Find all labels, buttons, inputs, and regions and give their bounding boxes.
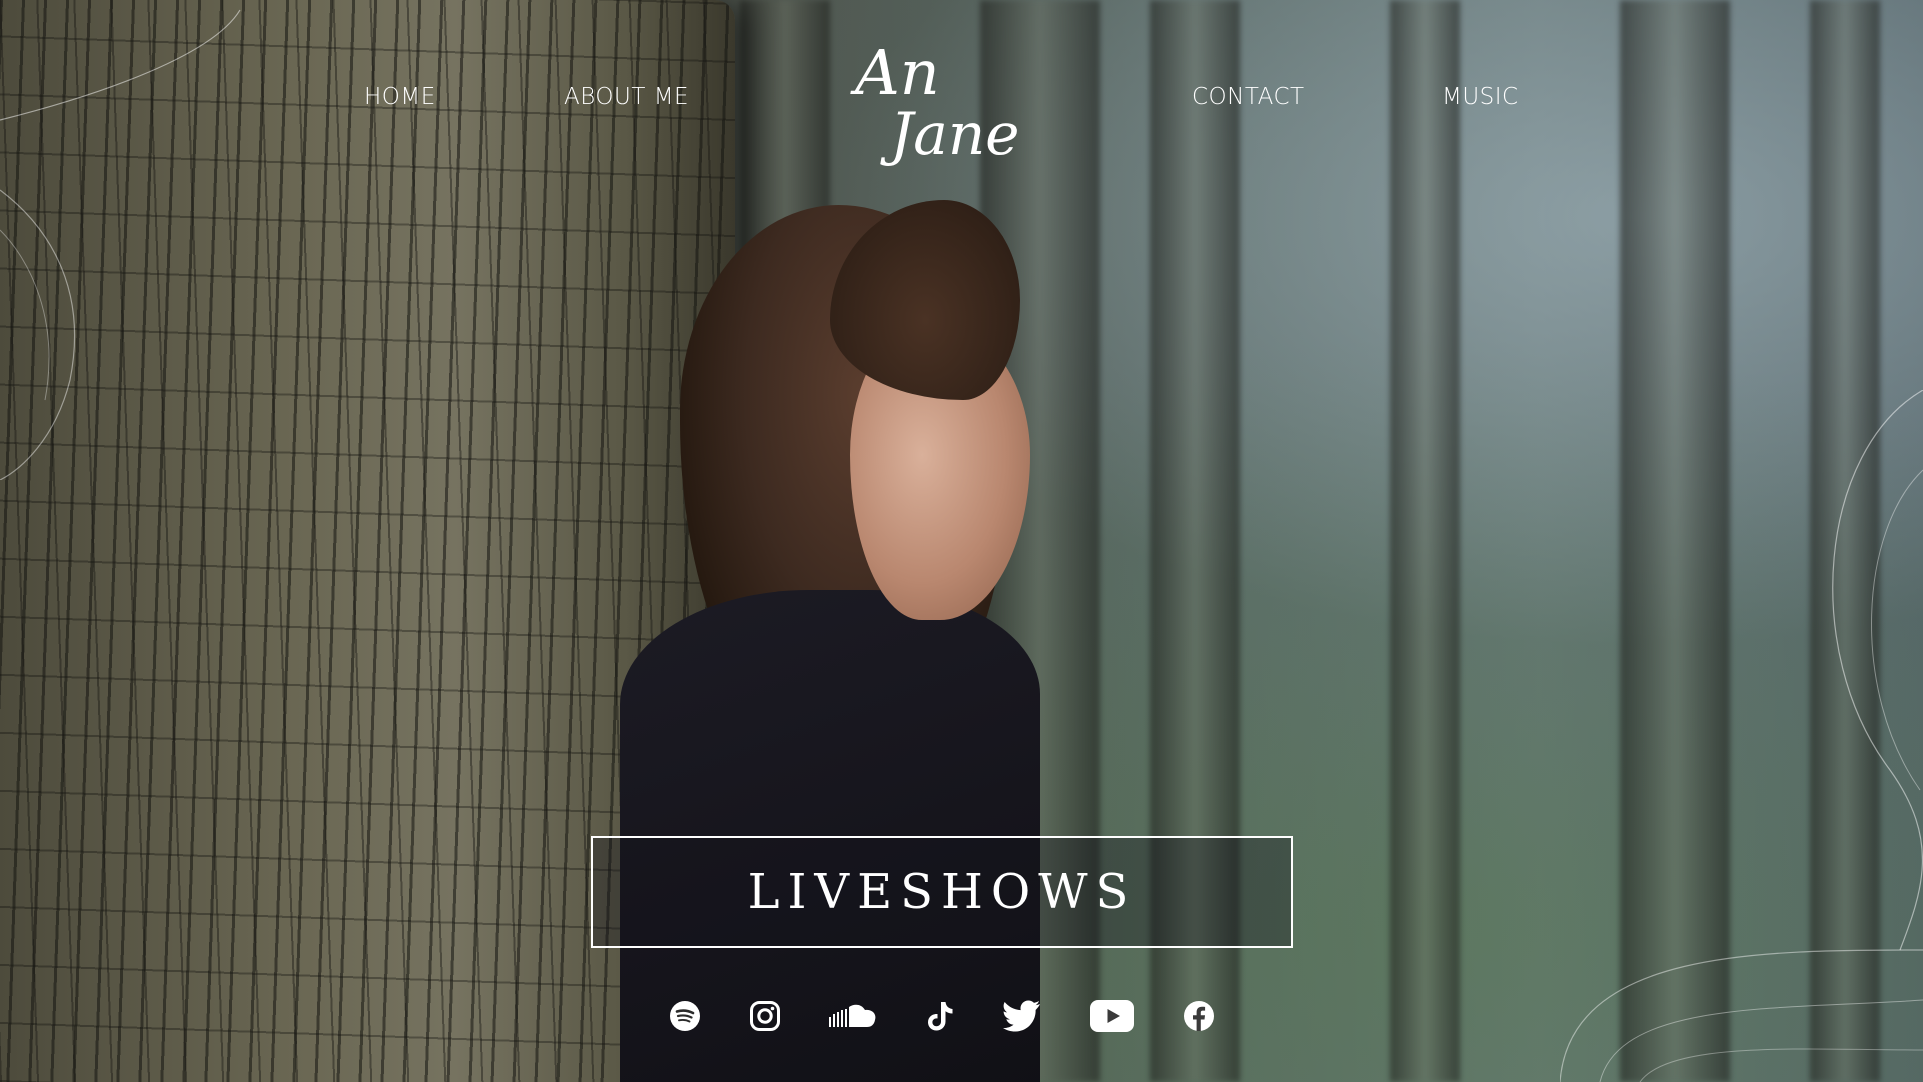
nav-about-me[interactable]: ABOUT ME (564, 84, 689, 110)
background-tree (1620, 0, 1730, 1082)
tiktok-icon[interactable] (924, 995, 956, 1037)
youtube-icon[interactable] (1090, 995, 1134, 1037)
spotify-icon[interactable] (668, 995, 702, 1037)
background-tree (1390, 0, 1460, 1082)
background-tree (1810, 0, 1880, 1082)
nav-contact[interactable]: CONTACT (1192, 84, 1305, 110)
twitter-icon[interactable] (1002, 995, 1042, 1037)
logo-line1: An (850, 36, 940, 109)
nav-home[interactable]: HOME (364, 84, 436, 110)
liveshows-button[interactable]: LIVESHOWS (591, 836, 1293, 948)
liveshows-label: LIVESHOWS (747, 864, 1137, 920)
nav-music[interactable]: MUSIC (1442, 84, 1519, 110)
logo-line2: Jane (880, 100, 1020, 167)
site-logo[interactable]: An Jane (845, 32, 1040, 168)
soundcloud-icon[interactable] (828, 995, 878, 1037)
facebook-icon[interactable] (1182, 995, 1216, 1037)
social-links (0, 995, 1923, 1045)
instagram-icon[interactable] (748, 995, 782, 1037)
hero-section: HOME ABOUT ME CONTACT MUSIC An Jane LIVE… (0, 0, 1923, 1082)
logo-signature: An Jane (850, 36, 1020, 168)
hero-photo-person (600, 200, 1160, 1082)
